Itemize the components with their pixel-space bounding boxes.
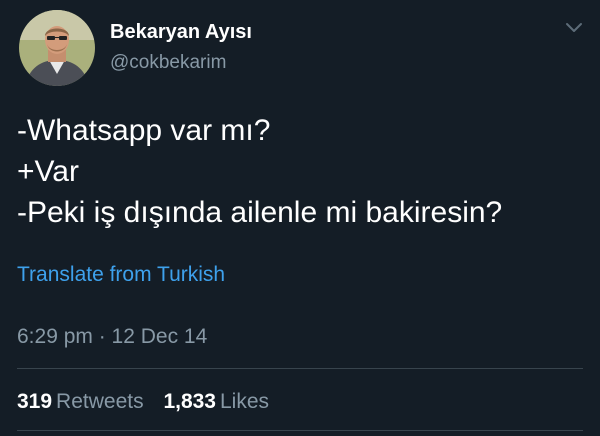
likes-count: 1,833 [163, 390, 216, 413]
retweets-count: 319 [17, 390, 53, 413]
author-display-name[interactable]: Bekaryan Ayısı [110, 21, 252, 44]
retweets-stat[interactable]: 319 Retweets [17, 390, 144, 414]
tweet-text: -Whatsapp var mı? +Var -Peki iş dışında … [17, 110, 587, 233]
chevron-down-icon[interactable] [564, 20, 584, 36]
tweet-text-line: -Peki iş dışında ailenle mi bakiresin? [17, 196, 503, 229]
retweets-label: Retweets [56, 390, 144, 413]
avatar[interactable] [19, 10, 95, 86]
tweet-text-line: +Var [17, 155, 79, 188]
tweet-timestamp[interactable]: 6:29 pm · 12 Dec 14 [17, 325, 207, 349]
likes-label: Likes [220, 390, 270, 413]
author-handle[interactable]: @cokbekarim [110, 52, 226, 74]
likes-stat[interactable]: 1,833 Likes [163, 390, 269, 414]
tweet-stats: 319 Retweets 1,833 Likes [17, 390, 269, 414]
avatar-image [19, 10, 95, 86]
tweet-text-line: -Whatsapp var mı? [17, 114, 271, 147]
divider [17, 368, 583, 369]
divider [17, 430, 583, 431]
translate-link[interactable]: Translate from Turkish [17, 263, 225, 287]
